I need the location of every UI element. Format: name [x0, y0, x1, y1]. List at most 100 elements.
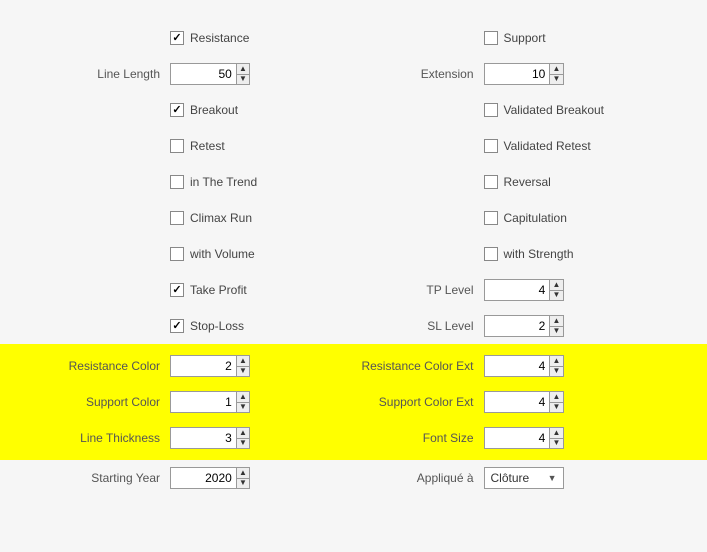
with-volume-label: with Volume — [190, 247, 255, 261]
sl-level-field[interactable] — [485, 316, 550, 336]
font-size-label: Font Size — [354, 431, 484, 445]
extension-field[interactable] — [485, 64, 550, 84]
support-color-ext-input[interactable]: ▲ ▼ — [484, 391, 564, 413]
applique-a-select[interactable]: Clôture ▼ — [484, 467, 564, 489]
spinner-up-icon[interactable]: ▲ — [550, 356, 562, 367]
breakout-label: Breakout — [190, 103, 238, 117]
line-length-label: Line Length — [40, 67, 170, 81]
resistance-color-ext-field[interactable] — [485, 356, 550, 376]
checkbox-icon — [170, 247, 184, 261]
support-color-input[interactable]: ▲ ▼ — [170, 391, 250, 413]
spinner-down-icon[interactable]: ▼ — [550, 367, 562, 377]
checkbox-icon — [484, 247, 498, 261]
spinner-up-icon[interactable]: ▲ — [237, 64, 249, 75]
spinner-up-icon[interactable]: ▲ — [237, 356, 249, 367]
stop-loss-checkbox[interactable]: Stop-Loss — [170, 319, 244, 333]
capitulation-label: Capitulation — [504, 211, 567, 225]
take-profit-checkbox[interactable]: Take Profit — [170, 283, 247, 297]
reversal-checkbox[interactable]: Reversal — [484, 175, 551, 189]
support-color-field[interactable] — [171, 392, 236, 412]
resistance-color-ext-input[interactable]: ▲ ▼ — [484, 355, 564, 377]
spinner-up-icon[interactable]: ▲ — [550, 316, 562, 327]
line-length-input[interactable]: ▲ ▼ — [170, 63, 250, 85]
support-checkbox[interactable]: Support — [484, 31, 546, 45]
tp-level-field[interactable] — [485, 280, 550, 300]
spinner-up-icon[interactable]: ▲ — [550, 64, 562, 75]
resistance-color-field[interactable] — [171, 356, 236, 376]
chevron-down-icon: ▼ — [548, 473, 557, 483]
checkbox-icon — [484, 103, 498, 117]
spinner-down-icon[interactable]: ▼ — [237, 439, 249, 449]
extension-input[interactable]: ▲ ▼ — [484, 63, 564, 85]
sl-level-input[interactable]: ▲ ▼ — [484, 315, 564, 337]
spinner-down-icon[interactable]: ▼ — [550, 75, 562, 85]
spinner-down-icon[interactable]: ▼ — [550, 327, 562, 337]
checkbox-icon — [170, 211, 184, 225]
in-the-trend-label: in The Trend — [190, 175, 257, 189]
starting-year-label: Starting Year — [40, 471, 170, 485]
support-label: Support — [504, 31, 546, 45]
checkbox-icon — [170, 175, 184, 189]
line-thickness-label: Line Thickness — [40, 431, 170, 445]
validated-retest-label: Validated Retest — [504, 139, 591, 153]
validated-retest-checkbox[interactable]: Validated Retest — [484, 139, 591, 153]
applique-a-label: Appliqué à — [354, 471, 484, 485]
stop-loss-label: Stop-Loss — [190, 319, 244, 333]
checkbox-icon — [170, 283, 184, 297]
support-color-label: Support Color — [40, 395, 170, 409]
spinner-down-icon[interactable]: ▼ — [237, 367, 249, 377]
font-size-field[interactable] — [485, 428, 550, 448]
resistance-color-input[interactable]: ▲ ▼ — [170, 355, 250, 377]
with-volume-checkbox[interactable]: with Volume — [170, 247, 255, 261]
tp-level-label: TP Level — [354, 283, 484, 297]
checkbox-icon — [170, 139, 184, 153]
spinner-down-icon[interactable]: ▼ — [237, 75, 249, 85]
take-profit-label: Take Profit — [190, 283, 247, 297]
retest-checkbox[interactable]: Retest — [170, 139, 225, 153]
climax-run-label: Climax Run — [190, 211, 252, 225]
checkbox-icon — [170, 319, 184, 333]
line-thickness-field[interactable] — [171, 428, 236, 448]
checkbox-icon — [484, 139, 498, 153]
starting-year-field[interactable] — [171, 468, 236, 488]
spinner-up-icon[interactable]: ▲ — [237, 468, 249, 479]
line-length-field[interactable] — [171, 64, 236, 84]
resistance-checkbox[interactable]: Resistance — [170, 31, 249, 45]
spinner-up-icon[interactable]: ▲ — [237, 392, 249, 403]
validated-breakout-label: Validated Breakout — [504, 103, 605, 117]
resistance-color-ext-label: Resistance Color Ext — [354, 359, 484, 373]
spinner-down-icon[interactable]: ▼ — [237, 479, 249, 489]
with-strength-label: with Strength — [504, 247, 574, 261]
support-color-ext-label: Support Color Ext — [354, 395, 484, 409]
spinner-up-icon[interactable]: ▲ — [550, 428, 562, 439]
breakout-checkbox[interactable]: Breakout — [170, 103, 238, 117]
in-the-trend-checkbox[interactable]: in The Trend — [170, 175, 257, 189]
highlighted-section: Resistance Color ▲ ▼ Resistance Color Ex… — [0, 344, 707, 460]
spinner-up-icon[interactable]: ▲ — [550, 392, 562, 403]
spinner-down-icon[interactable]: ▼ — [237, 403, 249, 413]
climax-run-checkbox[interactable]: Climax Run — [170, 211, 252, 225]
validated-breakout-checkbox[interactable]: Validated Breakout — [484, 103, 605, 117]
spinner-down-icon[interactable]: ▼ — [550, 439, 562, 449]
sl-level-label: SL Level — [354, 319, 484, 333]
support-color-ext-field[interactable] — [485, 392, 550, 412]
capitulation-checkbox[interactable]: Capitulation — [484, 211, 567, 225]
tp-level-input[interactable]: ▲ ▼ — [484, 279, 564, 301]
checkbox-icon — [484, 211, 498, 225]
checkbox-icon — [484, 31, 498, 45]
font-size-input[interactable]: ▲ ▼ — [484, 427, 564, 449]
reversal-label: Reversal — [504, 175, 551, 189]
extension-label: Extension — [354, 67, 484, 81]
spinner-down-icon[interactable]: ▼ — [550, 403, 562, 413]
checkbox-icon — [170, 103, 184, 117]
spinner-up-icon[interactable]: ▲ — [550, 280, 562, 291]
spinner-up-icon[interactable]: ▲ — [237, 428, 249, 439]
resistance-color-label: Resistance Color — [40, 359, 170, 373]
resistance-label: Resistance — [190, 31, 249, 45]
checkbox-icon — [484, 175, 498, 189]
starting-year-input[interactable]: ▲ ▼ — [170, 467, 250, 489]
spinner-down-icon[interactable]: ▼ — [550, 291, 562, 301]
line-thickness-input[interactable]: ▲ ▼ — [170, 427, 250, 449]
with-strength-checkbox[interactable]: with Strength — [484, 247, 574, 261]
applique-a-value: Clôture — [491, 471, 530, 485]
